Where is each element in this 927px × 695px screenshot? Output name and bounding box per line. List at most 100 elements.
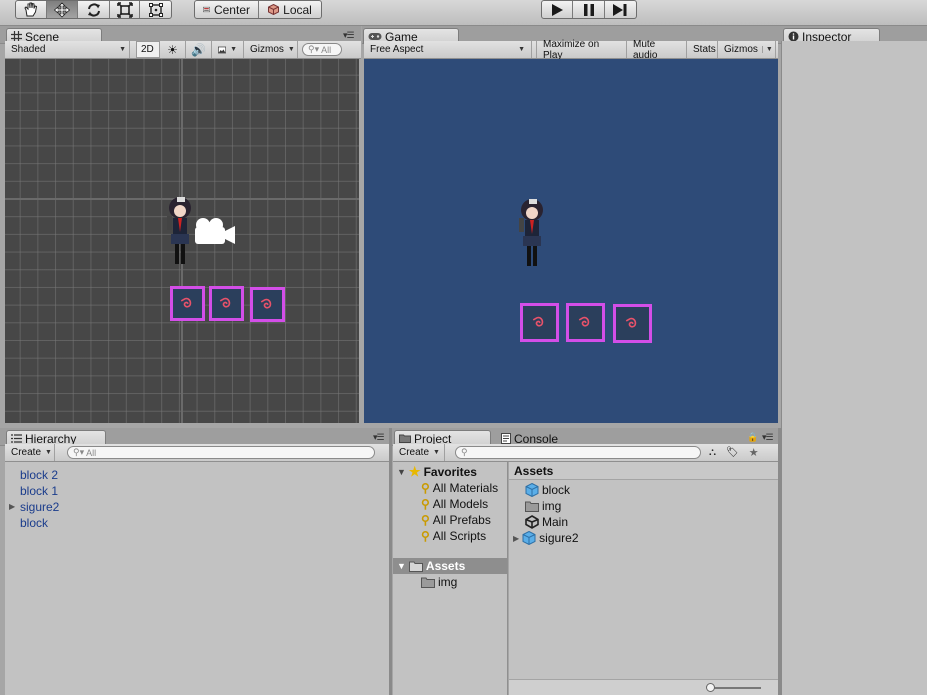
asset-item[interactable]: img bbox=[525, 498, 561, 514]
asset-item-label: sigure2 bbox=[539, 531, 579, 545]
asset-item[interactable]: ▶ sigure2 bbox=[513, 530, 579, 546]
panel-splitter[interactable] bbox=[389, 428, 392, 695]
hierarchy-item[interactable]: block 2 bbox=[20, 467, 58, 483]
lighting-toggle[interactable]: ☀ bbox=[160, 41, 186, 58]
favorite-item[interactable]: ⚲ All Models bbox=[421, 496, 488, 512]
step-button[interactable] bbox=[605, 1, 636, 18]
main-toolbar: Center Local bbox=[0, 0, 927, 26]
rect-tool-button[interactable] bbox=[140, 1, 171, 18]
scene-block-sprite[interactable]: ᘐ bbox=[250, 287, 285, 322]
scene-block-sprite[interactable]: ᘐ bbox=[170, 286, 205, 321]
shading-dropdown[interactable]: Shaded ▼ bbox=[5, 41, 130, 58]
panel-menu-icon[interactable]: ▾☰ bbox=[343, 30, 355, 41]
asset-item[interactable]: Main bbox=[525, 514, 568, 530]
hand-tool-button[interactable] bbox=[16, 1, 47, 18]
favorite-item[interactable]: ⚲ All Scripts bbox=[421, 528, 486, 544]
scale-tool-button[interactable] bbox=[110, 1, 141, 18]
game-block-sprite: ᘐ bbox=[566, 303, 605, 342]
favorite-item[interactable]: ⚲ All Prefabs bbox=[421, 512, 491, 528]
favorite-star-icon[interactable]: ★ bbox=[749, 446, 759, 459]
game-view[interactable]: ᘐ ᘐ ᘐ bbox=[364, 59, 778, 423]
audio-toggle[interactable]: 🔊 bbox=[186, 41, 212, 58]
scene-search-input[interactable]: ⚲▾ All bbox=[302, 43, 342, 56]
game-block-sprite: ᘐ bbox=[520, 303, 559, 342]
hierarchy-item-label: block 1 bbox=[20, 484, 59, 498]
block-glyph-icon: ᘐ bbox=[179, 294, 196, 313]
search-filter-icon: ⚲ bbox=[421, 481, 430, 495]
shading-label: Shaded bbox=[11, 44, 46, 55]
maximize-label: Maximize on Play bbox=[543, 38, 600, 61]
mute-audio-toggle[interactable]: Mute audio bbox=[627, 39, 687, 61]
game-gizmos-label: Gizmos bbox=[724, 44, 758, 55]
scene-block-sprite[interactable]: ᘐ bbox=[209, 286, 244, 321]
scene-gizmos-label: Gizmos bbox=[250, 44, 284, 55]
camera-gizmo-icon[interactable] bbox=[191, 216, 237, 248]
foldout-arrow-icon: ▼ bbox=[397, 561, 406, 571]
move-tool-button[interactable] bbox=[46, 1, 79, 18]
pivot-center-button[interactable]: Center bbox=[195, 1, 259, 18]
hierarchy-item[interactable]: block bbox=[20, 515, 48, 531]
favorite-item-label: All Models bbox=[432, 497, 489, 511]
pivot-toggle-group: Center Local bbox=[194, 0, 322, 19]
hierarchy-item[interactable]: block 1 bbox=[20, 483, 58, 499]
filter-by-type-icon[interactable]: ⛬ bbox=[709, 447, 716, 458]
tree-assets-folder[interactable]: ▼ Assets bbox=[393, 558, 507, 574]
project-search-input[interactable]: ⚲ bbox=[455, 446, 701, 459]
asset-item[interactable]: block bbox=[525, 482, 570, 498]
transform-tools bbox=[15, 0, 172, 19]
maximize-on-play-toggle[interactable]: Maximize on Play bbox=[536, 38, 627, 61]
folder-icon bbox=[525, 501, 539, 512]
toggle-2d-button[interactable]: 2D bbox=[136, 41, 160, 58]
hierarchy-search-input[interactable]: ⚲▾ All bbox=[67, 446, 375, 459]
panel-splitter[interactable] bbox=[778, 428, 781, 695]
panel-menu-icon[interactable]: ▾☰ bbox=[762, 432, 774, 443]
hierarchy-item-label: block 2 bbox=[20, 468, 59, 482]
project-create-dropdown[interactable]: Create ▼ bbox=[393, 444, 445, 461]
unity-scene-icon bbox=[525, 515, 539, 529]
play-icon bbox=[552, 3, 564, 16]
icon-size-slider-thumb[interactable] bbox=[706, 683, 715, 692]
effects-dropdown[interactable]: ▼ bbox=[212, 41, 244, 58]
pivot-local-button[interactable]: Local bbox=[259, 1, 321, 18]
console-icon bbox=[501, 433, 511, 444]
favorites-label: Favorites bbox=[423, 465, 477, 479]
panel-menu-icon[interactable]: ▾☰ bbox=[373, 432, 385, 443]
image-icon bbox=[218, 46, 227, 53]
icon-size-slider-track[interactable] bbox=[709, 687, 761, 689]
rotate-tool-button[interactable] bbox=[78, 1, 110, 18]
foldout-arrow-icon[interactable]: ▶ bbox=[9, 499, 15, 515]
dropdown-arrow-icon: ▼ bbox=[761, 46, 773, 53]
foldout-arrow-icon[interactable]: ▶ bbox=[513, 534, 519, 543]
hierarchy-item[interactable]: ▶ sigure2 bbox=[9, 499, 59, 515]
asset-item-label: block bbox=[542, 483, 571, 497]
lock-icon[interactable]: 🔒 bbox=[747, 432, 758, 443]
block-glyph-icon: ᘐ bbox=[624, 314, 641, 333]
scene-view[interactable]: ᘐ ᘐ ᘐ bbox=[5, 59, 359, 423]
block-glyph-icon: ᘐ bbox=[218, 294, 235, 313]
favorite-item[interactable]: ⚲ All Materials bbox=[421, 480, 498, 496]
pause-button[interactable] bbox=[573, 1, 605, 18]
stats-toggle[interactable]: Stats bbox=[687, 41, 718, 58]
dropdown-arrow-icon: ▼ bbox=[45, 449, 52, 456]
asset-size-strip bbox=[509, 679, 778, 695]
center-pivot-icon bbox=[203, 6, 210, 13]
foldout-arrow-icon: ▼ bbox=[397, 467, 406, 477]
filter-by-label-icon[interactable]: 🏷 bbox=[726, 447, 739, 458]
move-arrows-icon bbox=[53, 1, 71, 18]
hierarchy-create-dropdown[interactable]: Create ▼ bbox=[5, 444, 55, 461]
play-button[interactable] bbox=[542, 1, 574, 18]
favorites-section[interactable]: ▼ ★ Favorites bbox=[397, 464, 477, 480]
prefab-icon bbox=[522, 531, 536, 545]
hierarchy-item-label: block bbox=[20, 516, 49, 530]
tree-img-folder[interactable]: img bbox=[421, 574, 457, 590]
search-filter-icon: ⚲ bbox=[421, 497, 430, 511]
aspect-dropdown[interactable]: Free Aspect ▼ bbox=[364, 41, 532, 58]
sun-icon: ☀ bbox=[167, 42, 178, 57]
tree-img-label: img bbox=[438, 575, 458, 589]
game-gizmos-dropdown[interactable]: Gizmos ▼ bbox=[718, 41, 776, 58]
project-folder-tree: ▼ ★ Favorites ⚲ All Materials ⚲ All Mode… bbox=[393, 462, 508, 695]
scene-search-placeholder: All bbox=[321, 44, 332, 55]
scene-gizmos-dropdown[interactable]: Gizmos ▼ bbox=[244, 41, 298, 58]
project-create-label: Create bbox=[399, 447, 430, 458]
prefab-icon bbox=[525, 483, 539, 497]
